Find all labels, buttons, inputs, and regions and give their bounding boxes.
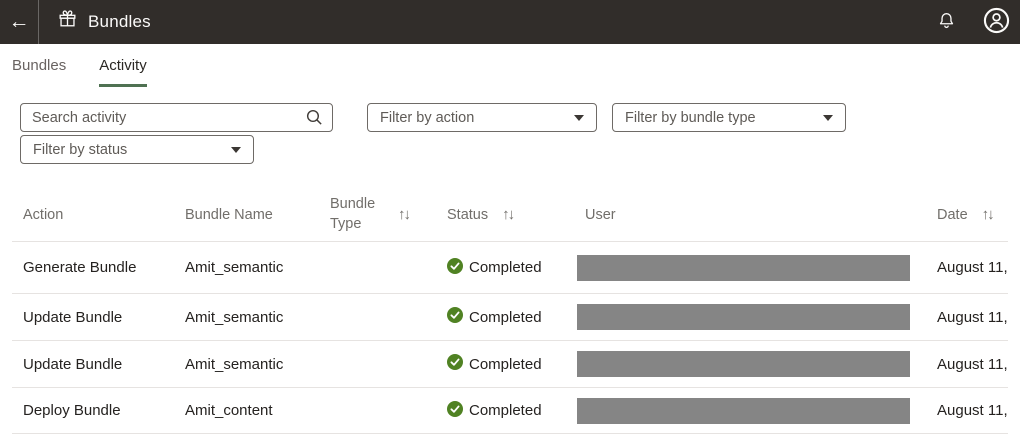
chevron-down-icon [823,115,833,121]
bell-icon [936,10,957,34]
status-success-icon [447,401,463,421]
bundle-name-cell: Amit_semantic [185,356,330,373]
sort-icon[interactable]: ↑↓ [502,206,513,223]
sort-icon[interactable]: ↑↓ [398,206,409,223]
chevron-down-icon [574,115,584,121]
column-header-bundle-type: Bundle Type ↑↓ [330,195,447,234]
column-label: User [585,207,616,223]
app-identity: Bundles [39,10,151,34]
search-icon[interactable] [305,108,324,132]
sort-icon[interactable]: ↑↓ [982,206,993,223]
date-cell: August 11, [925,309,1008,326]
filter-by-status-dropdown[interactable]: Filter by status [20,135,254,164]
status-success-icon [447,307,463,327]
status-cell: Completed [447,354,577,374]
status-label: Completed [469,402,542,419]
filter-bar: Filter by action Filter by bundle type F… [20,103,1008,164]
status-success-icon [447,258,463,278]
status-label: Completed [469,309,542,326]
user-cell [577,398,925,424]
tab-activity[interactable]: Activity [99,57,147,87]
account-button[interactable] [981,5,1012,39]
status-cell: Completed [447,307,577,327]
column-label: Bundle Type [330,195,384,234]
table-row[interactable]: Update Bundle Amit_semantic Completed Au… [12,340,1008,387]
user-cell [577,351,925,377]
user-cell [577,255,925,281]
column-label: Bundle Name [185,207,273,223]
user-redacted-bar [577,304,910,330]
bundle-name-cell: Amit_semantic [185,309,330,326]
table-row[interactable]: Generate Bundle Amit_semantic Completed … [12,241,1008,293]
search-input[interactable] [20,103,333,132]
bundle-name-cell: Amit_semantic [185,259,330,276]
status-label: Completed [469,259,542,276]
top-app-bar: ← Bundles [0,0,1020,44]
column-header-status: Status ↑↓ [447,206,577,223]
action-cell: Update Bundle [12,309,185,326]
avatar-icon [983,7,1010,37]
back-button[interactable]: ← [0,0,38,44]
user-redacted-bar [577,351,910,377]
tab-bar: Bundles Activity [0,44,1020,87]
date-cell: August 11, [925,356,1008,373]
status-cell: Completed [447,258,577,278]
column-label: Date [937,207,968,223]
table-row[interactable]: Update Bundle Amit_semantic Completed Au… [12,293,1008,340]
notifications-button[interactable] [934,8,959,36]
action-cell: Generate Bundle [12,259,185,276]
column-header-bundle-name: Bundle Name [185,207,330,223]
topbar-actions [934,0,1012,44]
table-row[interactable]: Deploy Bundle Amit_content Completed Aug… [12,387,1008,434]
filter-by-bundle-type-dropdown[interactable]: Filter by bundle type [612,103,846,132]
action-cell: Deploy Bundle [12,402,185,419]
status-label: Completed [469,356,542,373]
column-label: Status [447,207,488,223]
column-header-user: User [577,207,925,223]
tab-bundles[interactable]: Bundles [12,57,66,87]
date-cell: August 11, [925,402,1008,419]
search-activity-field [20,103,333,132]
status-success-icon [447,354,463,374]
chevron-down-icon [231,147,241,153]
column-label: Action [23,207,63,223]
activity-table: Action Bundle Name Bundle Type ↑↓ Status… [12,188,1008,434]
date-cell: August 11, [925,259,1008,276]
column-header-date: Date ↑↓ [925,206,1008,223]
page-title: Bundles [88,12,151,32]
bundles-gift-icon [58,10,77,34]
filter-status-label: Filter by status [33,142,127,158]
user-redacted-bar [577,398,910,424]
bundles-activity-page: ← Bundles [0,0,1020,444]
column-header-action: Action [12,207,185,223]
table-header-row: Action Bundle Name Bundle Type ↑↓ Status… [12,188,1008,241]
filter-action-label: Filter by action [380,110,474,126]
user-redacted-bar [577,255,910,281]
user-cell [577,304,925,330]
status-cell: Completed [447,401,577,421]
bundle-name-cell: Amit_content [185,402,330,419]
filter-bundle-type-label: Filter by bundle type [625,110,756,126]
filter-by-action-dropdown[interactable]: Filter by action [367,103,597,132]
action-cell: Update Bundle [12,356,185,373]
